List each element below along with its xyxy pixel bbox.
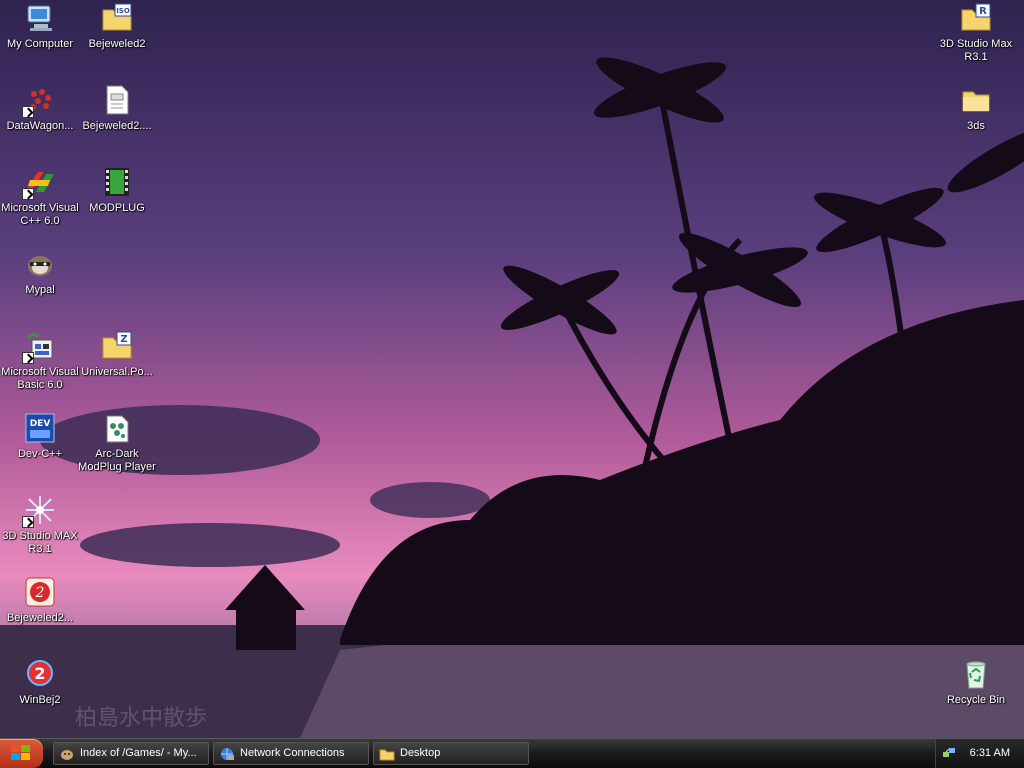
desktop-icon-label: Bejeweled2... [6, 612, 74, 624]
clock[interactable]: 6:31 AM [970, 747, 1010, 759]
windows-logo-icon [11, 745, 30, 760]
desktop-icon-label: Bejeweled2 [88, 38, 146, 50]
desktop-icon-mypal[interactable]: Mypal [0, 248, 80, 324]
devcpp-icon: DEV [24, 412, 56, 444]
visual-cpp-icon [22, 166, 56, 200]
desktop-icon-3dsmax[interactable]: 3D Studio MAX R3.1 [0, 494, 80, 570]
start-button[interactable] [0, 739, 43, 768]
desktop-icon-visual-basic[interactable]: Microsoft Visual Basic 6.0 [0, 330, 80, 406]
svg-text:2: 2 [34, 664, 45, 683]
datawagon-icon [22, 84, 56, 118]
desktop-icon-bejeweled2-folder[interactable]: ISO Bejeweled2 [77, 2, 157, 78]
desktop-icon-3ds[interactable]: 3ds [936, 84, 1016, 160]
shortcut-arrow-icon [22, 352, 34, 364]
3dsmax-icon [22, 494, 56, 528]
taskbar: Index of /Games/ - My... Network Connect… [0, 738, 1024, 768]
desktop-icon-label: Mypal [25, 284, 55, 296]
shortcut-arrow-icon [22, 516, 34, 528]
desktop-icon-label: My Computer [6, 38, 74, 50]
desktop-icon-universal[interactable]: Z Universal.Po... [77, 330, 157, 406]
winbej-icon: 2 [24, 658, 56, 690]
svg-text:Z: Z [120, 334, 127, 345]
desktop-icon-bejeweled2-file[interactable]: Bejeweled2.... [77, 84, 157, 160]
taskbar-button-desktop[interactable]: Desktop [373, 742, 529, 765]
taskbar-button-network-connections[interactable]: Network Connections [213, 742, 369, 765]
svg-text:DEV: DEV [30, 419, 51, 429]
recycle-bin-icon [960, 658, 992, 690]
film-icon [101, 166, 133, 198]
bejeweled-icon: 2 [24, 576, 56, 608]
desktop-icon-label: Dev-C++ [17, 448, 63, 460]
document-icon [101, 84, 133, 116]
desktop-icon-label: Microsoft Visual Basic 6.0 [1, 366, 79, 391]
desktop-icon-bejeweled2-shortcut[interactable]: 2 Bejeweled2... [0, 576, 80, 652]
folder-icon [960, 84, 992, 116]
svg-text:ISO: ISO [116, 7, 130, 15]
mypal-icon [24, 248, 56, 280]
svg-text:2: 2 [35, 585, 45, 601]
desktop-icon-label: Microsoft Visual C++ 6.0 [1, 202, 79, 227]
desktop-icon-label: 3D Studio MAX R3.1 [2, 530, 78, 555]
desktop-icon-label: WinBej2 [19, 694, 61, 706]
desktop-icon-devcpp[interactable]: DEV Dev-C++ [0, 412, 80, 488]
desktop-icon-visual-cpp[interactable]: Microsoft Visual C++ 6.0 [0, 166, 80, 242]
visual-basic-icon [22, 330, 56, 364]
desktop-icon-label: Universal.Po... [81, 366, 153, 378]
desktop-icon-recycle-bin[interactable]: Recycle Bin [936, 658, 1016, 734]
browser-icon [59, 746, 75, 762]
folder-iso-icon: ISO [101, 2, 133, 34]
desktop-icon-label: Bejeweled2.... [82, 120, 152, 132]
svg-text:R: R [979, 6, 987, 17]
folder-r-icon: R [960, 2, 992, 34]
desktop[interactable]: 柏島水中散歩 My Computer DataWagon... Microsof… [0, 0, 1024, 738]
desktop-icon-label: Recycle Bin [946, 694, 1006, 706]
folder-icon [379, 746, 395, 762]
wallpaper-watermark: 柏島水中散歩 [75, 706, 207, 731]
taskbar-button-label: Desktop [400, 747, 441, 759]
modplug-player-icon [101, 412, 133, 444]
desktop-icon-label: 3D Studio Max R3.1 [939, 38, 1013, 63]
network-icon [219, 746, 235, 762]
folder-zip-icon: Z [101, 330, 133, 362]
desktop-icon-3d-studio-max-folder[interactable]: R 3D Studio Max R3.1 [936, 2, 1016, 78]
desktop-icon-label: DataWagon... [6, 120, 74, 132]
desktop-icon-winbej2[interactable]: 2 WinBej2 [0, 658, 80, 734]
taskbar-button-label: Index of /Games/ - My... [80, 747, 197, 759]
desktop-icon-label: MODPLUG [89, 202, 145, 214]
network-tray-icon[interactable] [942, 746, 956, 760]
desktop-icon-my-computer[interactable]: My Computer [0, 2, 80, 78]
shortcut-arrow-icon [22, 106, 34, 118]
computer-icon [24, 2, 56, 34]
desktop-icon-label: 3ds [967, 120, 985, 132]
shortcut-arrow-icon [22, 188, 34, 200]
taskbar-button-label: Network Connections [240, 747, 345, 759]
desktop-icon-modplug[interactable]: MODPLUG [77, 166, 157, 242]
desktop-icon-datawagon[interactable]: DataWagon... [0, 84, 80, 160]
desktop-icon-arc-dark-modplug[interactable]: Arc-Dark ModPlug Player [77, 412, 157, 488]
desktop-icon-label: Arc-Dark ModPlug Player [78, 448, 156, 473]
system-tray: 6:31 AM [935, 739, 1024, 768]
taskbar-button-browser[interactable]: Index of /Games/ - My... [53, 742, 209, 765]
